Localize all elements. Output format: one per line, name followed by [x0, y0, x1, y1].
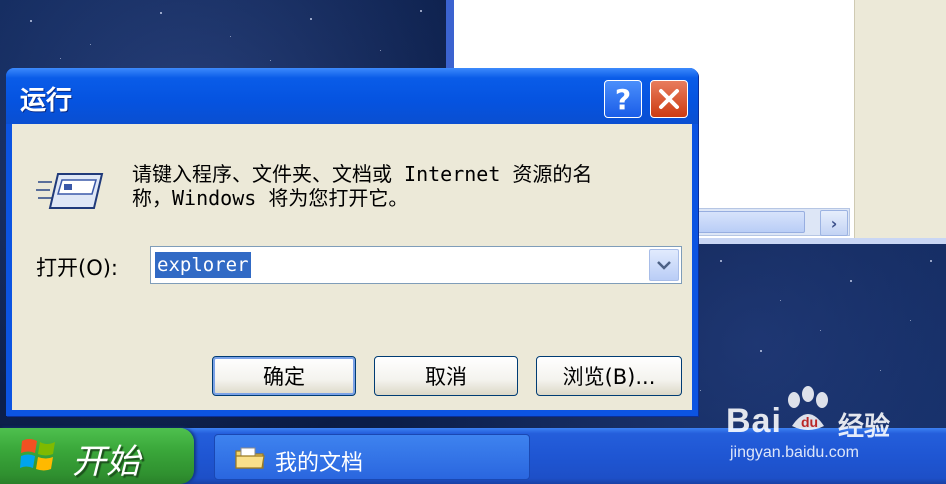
window-side-pane [854, 0, 946, 240]
browse-button-label: 浏览(B)... [562, 365, 656, 389]
scrollbar-thumb[interactable] [695, 211, 805, 233]
run-icon [36, 173, 104, 209]
ok-button[interactable]: 确定 [212, 356, 356, 396]
scroll-right-button[interactable]: › [820, 210, 848, 236]
paw-icon: du [788, 386, 828, 430]
browse-button[interactable]: 浏览(B)... [536, 356, 682, 396]
cancel-button[interactable]: 取消 [374, 356, 518, 396]
ok-button-label: 确定 [263, 365, 305, 389]
start-button[interactable]: 开始 [0, 428, 194, 484]
dialog-title: 运行 [20, 86, 73, 116]
chevron-right-icon: › [830, 213, 838, 233]
svg-text:du: du [801, 414, 818, 430]
description-line-2: 称，Windows 将为您打开它。 [132, 186, 409, 210]
run-dialog: 运行 ? 请键入程序、文件夹、文档或 Internet 资源的名 称，Windo… [6, 68, 698, 416]
open-label: 打开(O): [36, 256, 118, 280]
dialog-titlebar[interactable]: 运行 ? [6, 68, 698, 124]
start-button-label: 开始 [72, 442, 140, 482]
close-icon [659, 89, 679, 109]
taskbar-item-label: 我的文档 [275, 451, 364, 476]
chevron-down-icon [657, 261, 671, 270]
watermark-url: jingyan.baidu.com [730, 444, 859, 461]
dialog-description: 请键入程序、文件夹、文档或 Internet 资源的名 称，Windows 将为… [132, 162, 672, 210]
watermark-brand-suffix: 经验 [838, 412, 891, 442]
combobox-dropdown-button[interactable] [649, 249, 679, 281]
windows-logo-icon [20, 439, 55, 471]
open-combobox[interactable]: explorer [150, 246, 682, 284]
watermark-brand: Bai [726, 402, 782, 440]
help-button[interactable]: ? [604, 80, 642, 118]
help-icon: ? [614, 82, 632, 116]
dialog-body: 请键入程序、文件夹、文档或 Internet 资源的名 称，Windows 将为… [12, 124, 692, 410]
open-input-value[interactable]: explorer [155, 252, 251, 278]
close-button[interactable] [650, 80, 688, 118]
taskbar-item-my-documents[interactable]: 我的文档 [214, 434, 530, 480]
cancel-button-label: 取消 [425, 365, 467, 389]
description-line-1: 请键入程序、文件夹、文档或 Internet 资源的名 [132, 162, 593, 186]
folder-icon [235, 447, 265, 469]
